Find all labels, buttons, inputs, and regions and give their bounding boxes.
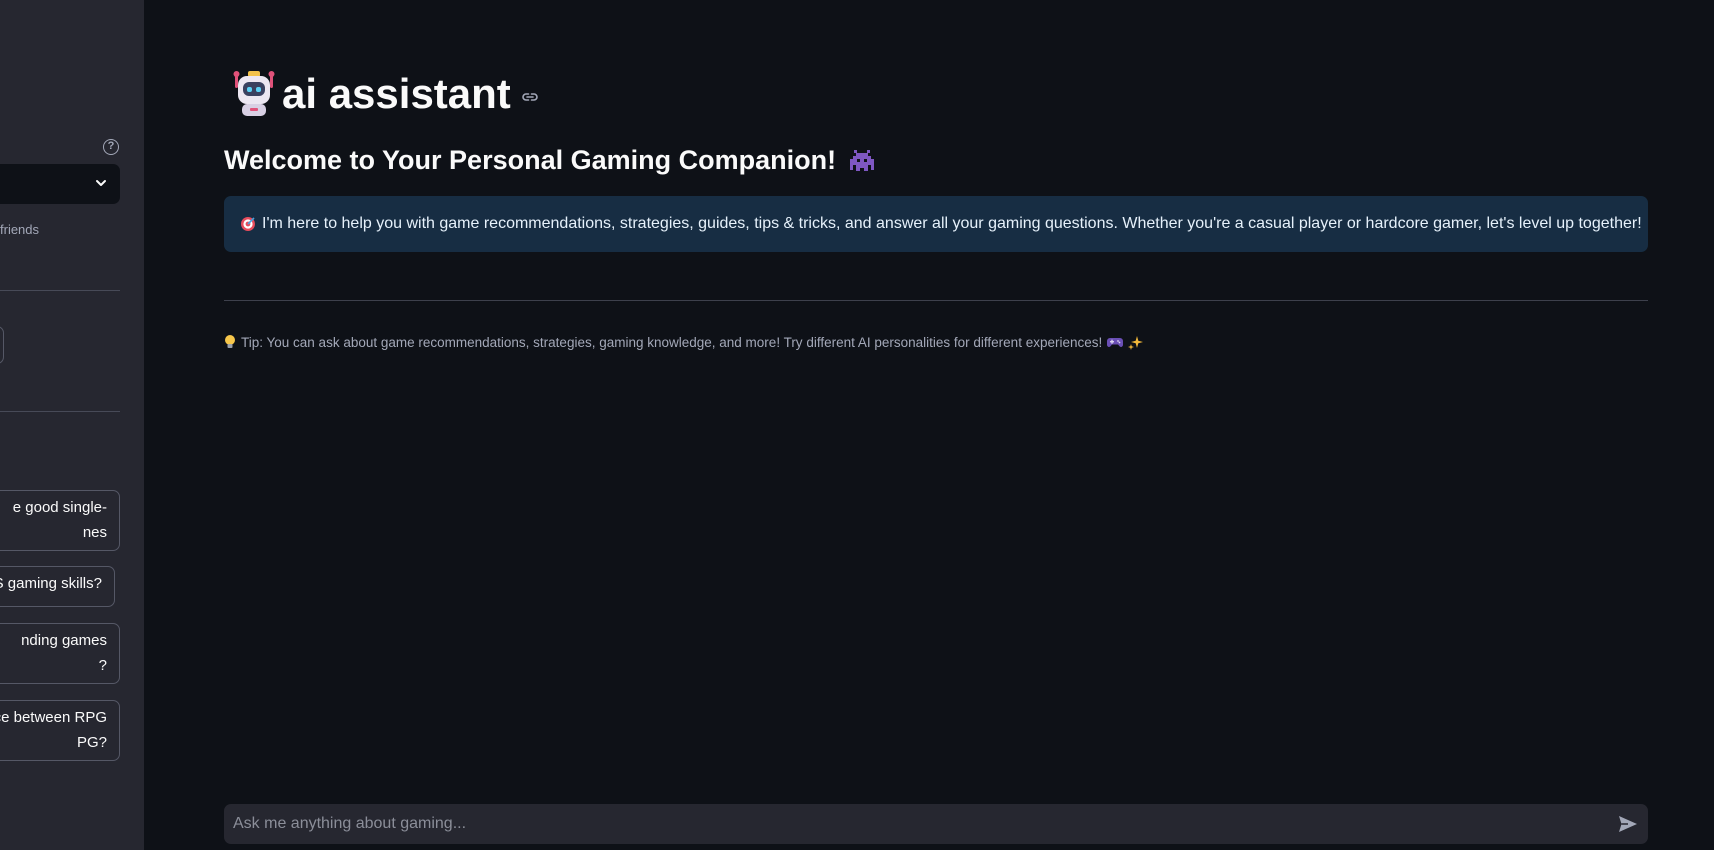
- suggestion-button[interactable]: S gaming skills?: [0, 566, 115, 607]
- alien-monster-icon: [850, 149, 875, 171]
- tip-text: Tip: You can ask about game recommendati…: [241, 334, 1103, 350]
- sidebar-button[interactable]: [0, 326, 4, 364]
- suggestion-button[interactable]: e good single- nes: [0, 490, 120, 551]
- sidebar-divider: [0, 290, 120, 291]
- sidebar-divider: [0, 411, 120, 412]
- subtitle-row: Welcome to Your Personal Gaming Companio…: [224, 145, 876, 176]
- suggestion-button[interactable]: ce between RPG PG?: [0, 700, 120, 761]
- page-title: ai assistant: [282, 70, 511, 117]
- chat-input-container: [224, 804, 1648, 844]
- sidebar: ? friends e good single- nes S gaming sk…: [0, 0, 144, 850]
- suggestion-button[interactable]: nding games ?: [0, 623, 120, 684]
- chevron-down-icon: [96, 180, 106, 186]
- page-subtitle: Welcome to Your Personal Gaming Companio…: [224, 145, 837, 175]
- send-icon[interactable]: [1618, 814, 1638, 834]
- lightbulb-icon: [225, 335, 235, 348]
- info-alert: I'm here to help you with game recommend…: [224, 196, 1648, 252]
- tip-caption: Tip: You can ask about game recommendati…: [224, 334, 1144, 350]
- help-icon[interactable]: ?: [103, 139, 119, 155]
- game-controller-icon: [1107, 338, 1124, 347]
- personality-select[interactable]: [0, 164, 120, 204]
- chat-input[interactable]: [224, 804, 1604, 844]
- select-caption: friends: [0, 222, 40, 237]
- main-content: ai assistant Welcome to Your Personal Ga…: [144, 0, 1714, 850]
- info-text: I'm here to help you with game recommend…: [262, 215, 1642, 232]
- link-icon[interactable]: [521, 88, 539, 106]
- target-icon: [241, 217, 255, 231]
- sparkles-icon: [1128, 335, 1144, 350]
- title-row: ai assistant: [232, 70, 539, 118]
- divider: [224, 300, 1648, 301]
- robot-icon: [233, 71, 275, 116]
